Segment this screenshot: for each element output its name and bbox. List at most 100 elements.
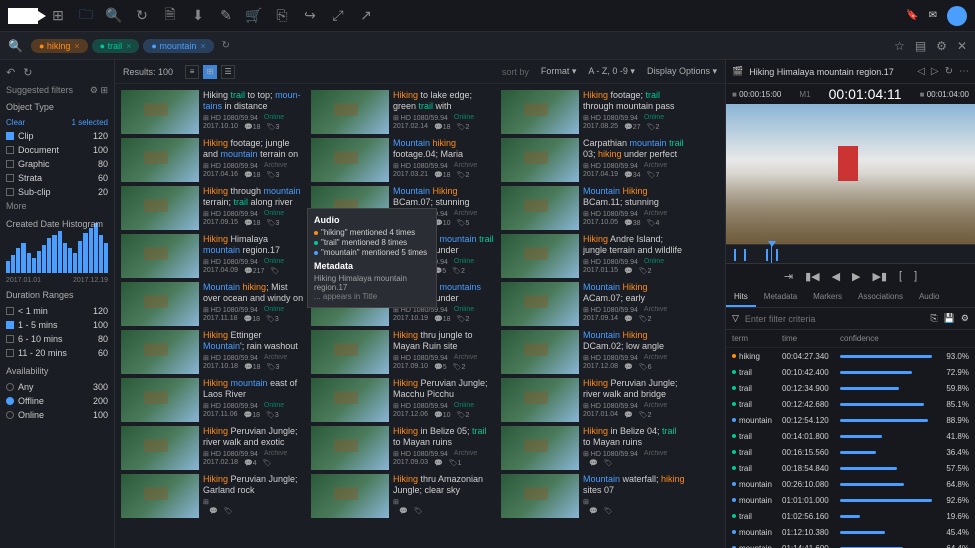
sort-order[interactable]: A - Z, 0 -9 ▾ [588,66,635,77]
avatar[interactable] [947,6,967,26]
tab-metadata[interactable]: Metadata [756,288,805,307]
thumbnail[interactable] [501,138,579,182]
result-card[interactable]: Hiking Peruvian Jungle; Garland rock⊞ 💬🏷 [121,474,305,518]
apps-icon[interactable]: ⊞ [50,8,66,24]
result-card[interactable]: Hiking footage; jungle and mountain terr… [121,138,305,182]
thumbnail[interactable] [121,234,199,278]
close-icon[interactable]: ✕ [957,39,967,53]
refresh-icon[interactable]: ↻ [222,40,230,51]
share-icon[interactable]: ↪ [302,8,318,24]
copy-icon[interactable]: ⎘ [931,313,938,324]
search-tag[interactable]: ● trail × [92,39,140,53]
save-icon[interactable]: 💾 [944,313,955,324]
filter-item[interactable]: Strata60 [6,171,108,185]
tab-associations[interactable]: Associations [850,288,911,307]
mark-out[interactable]: [ [899,270,902,282]
more-link[interactable]: More [6,201,27,211]
thumbnail[interactable] [501,378,579,422]
layers-icon[interactable]: ▤ [915,39,926,53]
prev-icon[interactable]: ◁ [917,66,925,77]
thumbnail[interactable] [121,426,199,470]
filter-item[interactable]: Document100 [6,143,108,157]
thumbnail[interactable] [501,186,579,230]
export-icon[interactable]: ↗ [358,8,374,24]
thumbnail[interactable] [121,138,199,182]
filter-icon[interactable]: ▽ [732,313,739,324]
expand-icon[interactable]: ⤢ [330,8,346,24]
result-card[interactable]: Mountain hiking footage.04; Maria camera… [311,138,495,182]
star-icon[interactable]: ☆ [894,39,905,53]
hit-row[interactable]: mountain00:26:10.08064.8% [726,476,975,492]
play[interactable]: ▶ [852,270,860,283]
thumbnail[interactable] [501,90,579,134]
thumbnail[interactable] [311,474,389,518]
clear-filter[interactable]: Clear [6,118,25,127]
tab-markers[interactable]: Markers [805,288,850,307]
mark-in[interactable]: ⇥ [784,270,793,283]
mark-out2[interactable]: ] [914,270,917,282]
timeline[interactable] [726,244,975,264]
thumbnail[interactable] [121,474,199,518]
edit-icon[interactable]: ✎ [218,8,234,24]
history-icon[interactable]: ↻ [134,8,150,24]
result-card[interactable]: Hiking Himalaya mountain region.17⊞ HD 1… [121,234,305,278]
undo-icon[interactable]: ↶ [6,66,15,79]
result-card[interactable]: Hiking Ettinger Mountain'; rain washout … [121,330,305,374]
result-card[interactable]: Carpathian mountain trail 03; hiking und… [501,138,685,182]
result-card[interactable]: Hiking in Belize 05; trail to Mayan ruin… [311,426,495,470]
duration-header[interactable]: Duration Ranges [6,290,74,300]
filter-item[interactable]: Online100 [6,408,108,422]
filter-item[interactable]: 6 - 10 mins80 [6,332,108,346]
hit-row[interactable]: trail00:12:42.68085.1% [726,396,975,412]
result-card[interactable]: Hiking trail to top; moun-tains in dista… [121,90,305,134]
results-grid[interactable]: Hiking trail to top; moun-tains in dista… [115,84,725,548]
hit-row[interactable]: trail00:18:54.84057.5% [726,460,975,476]
result-card[interactable]: Hiking thru Amazonian Jungle; clear sky⊞… [311,474,495,518]
thumbnail[interactable] [121,90,199,134]
thumbnail[interactable] [311,90,389,134]
hit-row[interactable]: trail00:14:01.80041.8% [726,428,975,444]
view-list[interactable]: ≡ [185,65,199,79]
result-card[interactable]: Hiking to lake edge; green trail with mo… [311,90,495,134]
object-type-header[interactable]: Object Type [6,102,54,112]
thumbnail[interactable] [501,426,579,470]
document-icon[interactable]: 🗎 [162,8,178,24]
bookmark-icon[interactable]: 🔖 [906,10,918,21]
filter-item[interactable]: Sub-clip20 [6,185,108,199]
step-fwd[interactable]: ▶▮ [873,270,888,283]
mail-icon[interactable]: ✉ [929,10,937,21]
result-card[interactable]: Mountain hiking; Mist over ocean and win… [121,282,305,326]
filter-item[interactable]: Clip120 [6,129,108,143]
next-icon[interactable]: ▷ [931,66,939,77]
histogram[interactable] [6,233,108,273]
folder-icon[interactable]: 🗀 [78,8,94,24]
step-back[interactable]: ◀ [832,270,840,283]
result-card[interactable]: Mountain Hiking ACam.07; early afternoon… [501,282,685,326]
download-icon[interactable]: ⬇ [190,8,206,24]
gear-icon[interactable]: ⚙ [961,313,969,324]
result-card[interactable]: Mountain Hiking BCam.11; stunning sunlig… [501,186,685,230]
result-card[interactable]: Hiking thru jungle to Mayan Ruin site⊞ H… [311,330,495,374]
sort-format[interactable]: Format ▾ [541,66,577,77]
tab-hits[interactable]: Hits [726,288,756,307]
result-card[interactable]: Hiking Peruvian Jungle; river walk and e… [121,426,305,470]
hit-row[interactable]: mountain01:01:01.00092.6% [726,492,975,508]
filter-item[interactable]: Any300 [6,380,108,394]
thumbnail[interactable] [501,282,579,326]
result-card[interactable]: Hiking Andre Island; jungle terrain and … [501,234,685,278]
preview-video[interactable] [726,104,975,244]
thumbnail[interactable] [311,378,389,422]
hit-row[interactable]: mountain01:12:10.38045.4% [726,524,975,540]
view-detail[interactable]: ☰ [221,65,235,79]
more-icon[interactable]: ⋯ [959,66,969,77]
filter-input[interactable] [745,314,925,324]
hit-row[interactable]: trail00:12:34.90059.8% [726,380,975,396]
hits-table[interactable]: hiking00:04:27.34093.0%trail00:10:42.400… [726,348,975,548]
view-grid[interactable]: ⊞ [203,65,217,79]
filter-item[interactable]: 11 - 20 mins60 [6,346,108,360]
result-card[interactable]: Hiking Peruvian Jungle; river walk and b… [501,378,685,422]
result-card[interactable]: Mountain Hiking DCam.02; low angle⊞ HD 1… [501,330,685,374]
skip-back[interactable]: ▮◀ [805,270,820,283]
result-card[interactable]: Hiking in Belize 04; trail to Mayan ruin… [501,426,685,470]
thumbnail[interactable] [121,186,199,230]
